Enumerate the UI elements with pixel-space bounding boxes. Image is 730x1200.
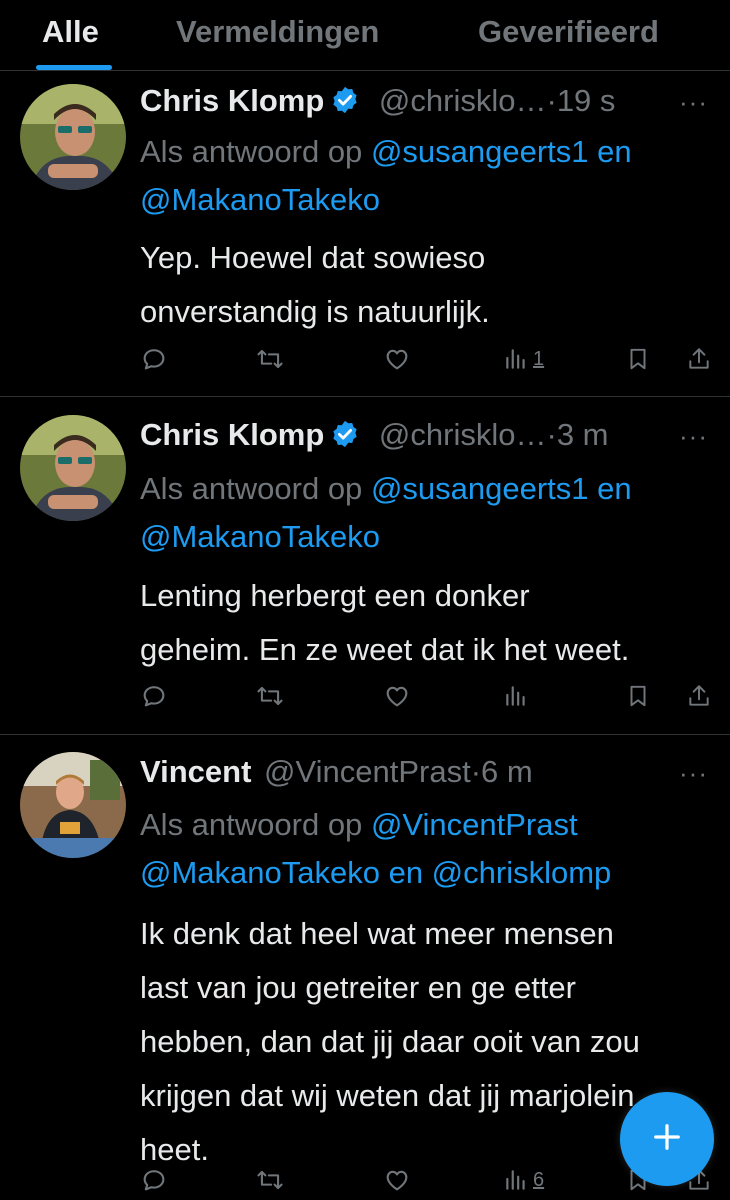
heart-icon[interactable]	[383, 1160, 411, 1200]
views-button[interactable]	[503, 676, 533, 716]
more-icon[interactable]: ···	[679, 421, 708, 452]
bookmark-icon[interactable]	[625, 676, 651, 716]
reply-context: Als antwoord op @susangeerts1 en @Makano…	[140, 465, 720, 561]
views-count: 1	[533, 347, 545, 370]
tab-geverifieerd[interactable]: Geverifieerd	[478, 14, 659, 50]
author-handle[interactable]: @chrisklo…	[379, 417, 547, 452]
reply-icon[interactable]	[140, 676, 168, 716]
tweet-text: Lenting herbergt een donker geheim. En z…	[140, 569, 725, 677]
views-chart-icon	[503, 1166, 529, 1194]
tab-alle[interactable]: Alle	[42, 14, 99, 50]
author-name[interactable]: Chris Klomp	[140, 417, 324, 452]
views-chart-icon	[503, 345, 529, 373]
tweet-actions	[0, 676, 730, 716]
author-handle[interactable]: @chrisklo…	[379, 83, 547, 118]
compose-button[interactable]	[620, 1092, 714, 1186]
heart-icon[interactable]	[383, 676, 411, 716]
retweet-icon[interactable]	[255, 676, 285, 716]
share-icon[interactable]	[686, 339, 712, 379]
reply-context: Als antwoord op @VincentPrast @MakanoTak…	[140, 801, 720, 897]
tweet-header: Vincent @VincentPrast·6 m	[140, 754, 533, 790]
views-button[interactable]: 1	[503, 339, 544, 379]
share-icon[interactable]	[686, 676, 712, 716]
reply-mention-link[interactable]: @susangeerts1 en	[371, 134, 632, 169]
reply-context: Als antwoord op @susangeerts1 en @Makano…	[140, 128, 720, 224]
tweet-text-line: hebben, dan dat jij daar ooit van zou	[140, 1024, 640, 1059]
tab-bar: Alle Vermeldingen Geverifieerd	[0, 0, 730, 71]
separator: ·	[546, 417, 557, 452]
active-tab-indicator	[36, 65, 112, 70]
timestamp[interactable]: 6 m	[481, 754, 533, 789]
avatar[interactable]	[20, 84, 126, 190]
verified-badge-icon	[330, 85, 360, 123]
plus-icon	[652, 1122, 682, 1157]
views-button[interactable]: 6	[503, 1160, 544, 1200]
avatar[interactable]	[20, 752, 126, 858]
reply-mention-link[interactable]: @VincentPrast	[371, 807, 578, 842]
retweet-icon[interactable]	[255, 1160, 285, 1200]
retweet-icon[interactable]	[255, 339, 285, 379]
tweet-text: Yep. Hoewel dat sowieso onverstandig is …	[140, 231, 725, 339]
views-chart-icon	[503, 682, 529, 710]
tweet-text-line: onverstandig is natuurlijk.	[140, 294, 490, 329]
tweet-text-line: Ik denk dat heel wat meer mensen	[140, 916, 614, 951]
author-name[interactable]: Chris Klomp	[140, 83, 324, 118]
tweet-text-line: last van jou getreiter en ge etter	[140, 970, 576, 1005]
avatar[interactable]	[20, 415, 126, 521]
timestamp[interactable]: 19 s	[557, 83, 616, 118]
tweet-text-line: Lenting herbergt een donker	[140, 578, 530, 613]
more-icon[interactable]: ···	[679, 87, 708, 118]
tweet-header: Chris Klomp @chrisklo…·3 m	[140, 417, 609, 457]
reply-prefix: Als antwoord op	[140, 471, 363, 506]
author-handle[interactable]: @VincentPrast	[264, 754, 471, 789]
reply-mention-link[interactable]: @MakanoTakeko	[140, 519, 380, 554]
separator: ·	[470, 754, 482, 789]
reply-prefix: Als antwoord op	[140, 807, 363, 842]
more-icon[interactable]: ···	[679, 758, 708, 789]
tweet-2[interactable]: Chris Klomp @chrisklo…·3 m ··· Als antwo…	[0, 397, 730, 735]
tweet-header: Chris Klomp @chrisklo…·19 s	[140, 83, 615, 123]
tweet-1[interactable]: Chris Klomp @chrisklo…·19 s ··· Als antw…	[0, 71, 730, 397]
verified-badge-icon	[330, 419, 360, 457]
tweet-text-line: Yep. Hoewel dat sowieso	[140, 240, 486, 275]
reply-mention-link[interactable]: @MakanoTakeko	[140, 182, 380, 217]
reply-mention-link[interactable]: @MakanoTakeko en @chrisklomp	[140, 855, 611, 890]
tab-vermeldingen[interactable]: Vermeldingen	[176, 14, 379, 50]
bookmark-icon[interactable]	[625, 339, 651, 379]
timestamp[interactable]: 3 m	[557, 417, 609, 452]
tweet-text-line: geheim. En ze weet dat ik het weet.	[140, 632, 630, 667]
author-name[interactable]: Vincent	[140, 754, 251, 789]
reply-prefix: Als antwoord op	[140, 134, 363, 169]
reply-icon[interactable]	[140, 339, 168, 379]
reply-mention-link[interactable]: @susangeerts1 en	[371, 471, 632, 506]
tweet-actions: 6	[0, 1160, 730, 1200]
reply-icon[interactable]	[140, 1160, 168, 1200]
separator: ·	[546, 83, 557, 118]
views-count: 6	[533, 1168, 545, 1191]
tweet-actions: 1	[0, 339, 730, 379]
heart-icon[interactable]	[383, 339, 411, 379]
